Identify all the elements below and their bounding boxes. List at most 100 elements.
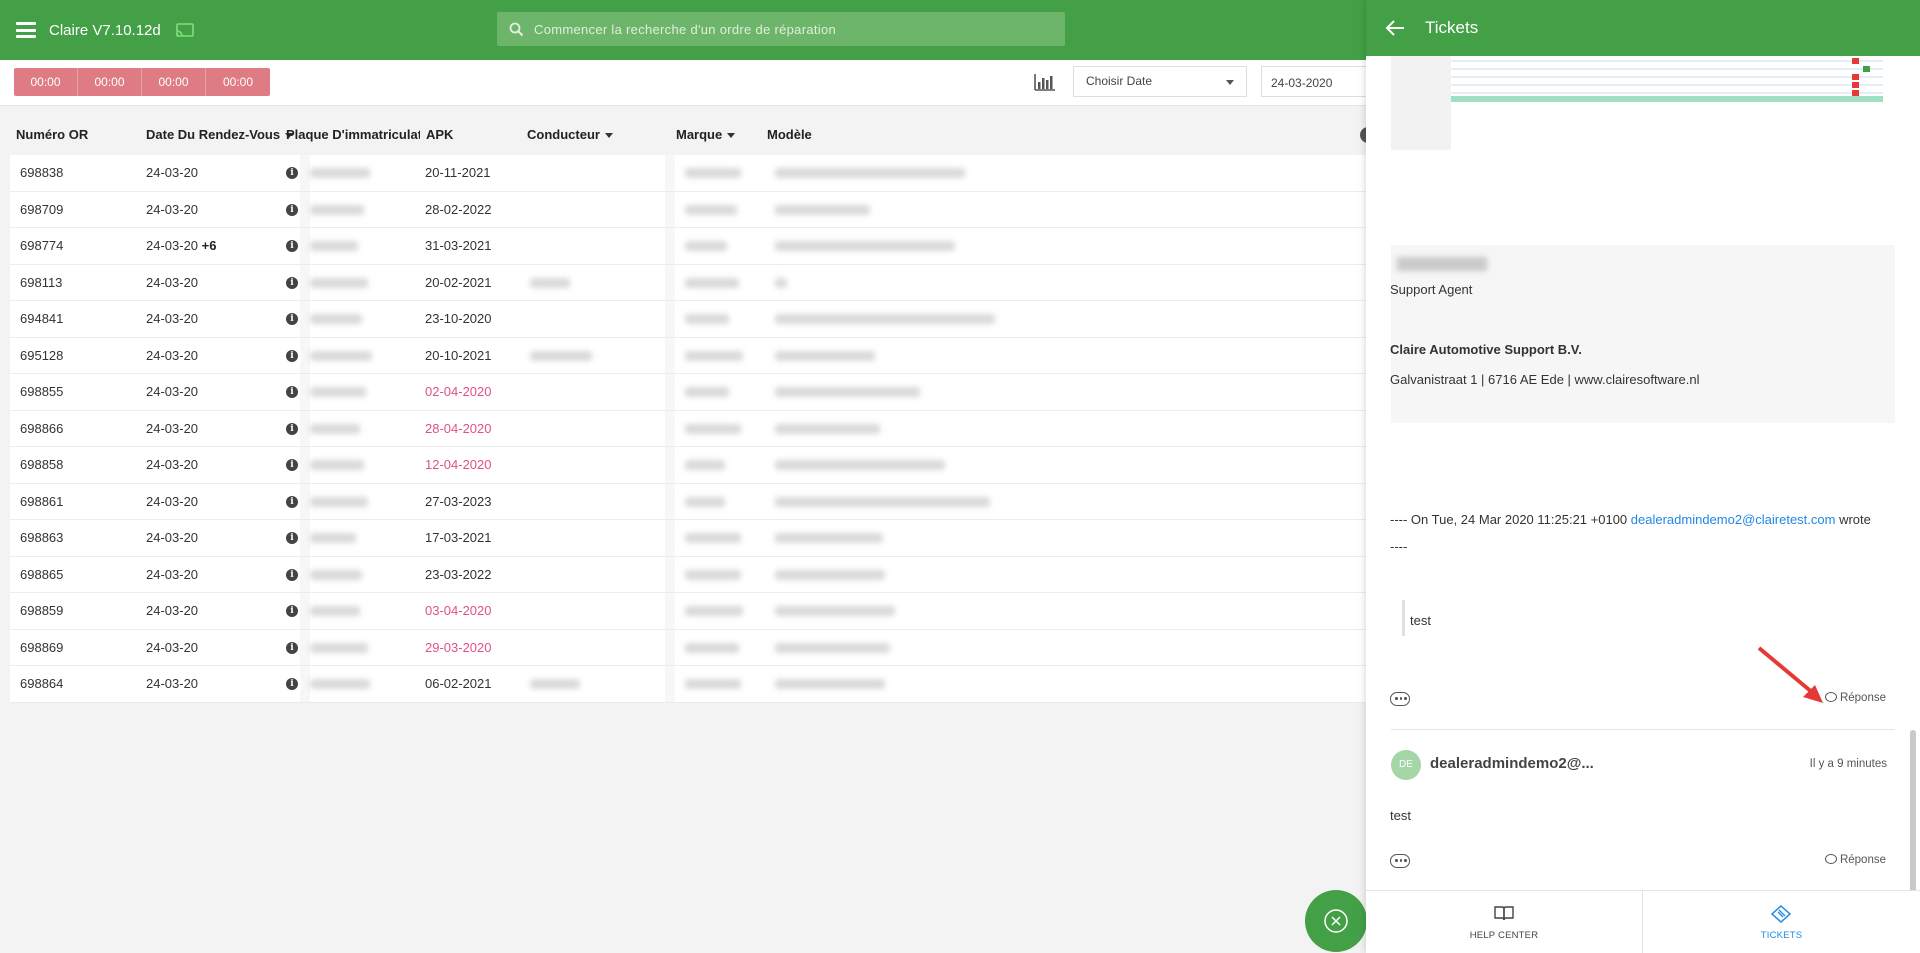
table-row[interactable]: 698709 24-03-20 i 28-02-2022: [10, 191, 1366, 228]
table-body: 698838 24-03-20 i 20-11-2021 698709 24-03-20…: [10, 155, 1366, 703]
column-gap: [300, 447, 310, 483]
tab-help-center[interactable]: HELP CENTER: [1366, 891, 1643, 953]
attachment-thumbnail[interactable]: [1391, 56, 1451, 150]
cell-date-value: 24-03-20: [146, 201, 199, 217]
chat-bubble-icon: [1824, 854, 1837, 864]
column-gap: [665, 228, 675, 264]
column-header-num[interactable]: Numéro OR: [16, 127, 88, 142]
cell-apk: 29-03-2020: [425, 639, 492, 655]
table-row[interactable]: 698113 24-03-20 i 20-02-2021: [10, 264, 1366, 301]
table-row[interactable]: 698774 24-03-20 +6 i 31-03-2021: [10, 228, 1366, 265]
info-icon[interactable]: i: [286, 495, 298, 508]
timer-button[interactable]: 00:00: [142, 68, 206, 96]
column-header-model[interactable]: Modèle: [767, 127, 812, 142]
info-icon[interactable]: i: [286, 349, 298, 362]
column-gap: [665, 264, 675, 300]
bar-chart-icon[interactable]: [1034, 73, 1056, 91]
more-options-icon[interactable]: [1390, 854, 1410, 868]
blurred-plate: [310, 168, 370, 178]
reply-button[interactable]: Réponse: [1824, 854, 1886, 866]
timer-button[interactable]: 00:00: [14, 68, 78, 96]
column-gap: [300, 410, 310, 446]
tab-tickets[interactable]: TICKETS: [1643, 891, 1920, 953]
table-row[interactable]: 698863 24-03-20 i 17-03-2021: [10, 520, 1366, 557]
column-header-brand[interactable]: Marque: [676, 127, 736, 142]
avatar: DE: [1391, 750, 1421, 780]
date-input[interactable]: 24-03-2020: [1261, 66, 1366, 97]
cell-apk: 20-10-2021: [425, 347, 492, 363]
column-gap: [300, 520, 310, 556]
table-row[interactable]: 698858 24-03-20 i 12-04-2020: [10, 447, 1366, 484]
table-row[interactable]: 698861 24-03-20 i 27-03-2023: [10, 483, 1366, 520]
timer-button[interactable]: 00:00: [78, 68, 142, 96]
blurred-plate: [310, 423, 360, 434]
blurred-driver: [530, 350, 592, 361]
info-icon[interactable]: i: [286, 203, 298, 216]
blurred-brand: [685, 642, 739, 653]
comment-author: dealeradmindemo2@...: [1430, 755, 1594, 772]
quote-email-link[interactable]: dealeradmindemo2@clairetest.com: [1631, 512, 1836, 527]
table-row[interactable]: 698855 24-03-20 i 02-04-2020: [10, 374, 1366, 411]
blurred-brand: [685, 533, 741, 543]
info-icon[interactable]: i: [286, 240, 298, 252]
info-icon[interactable]: i: [286, 422, 298, 435]
info-icon[interactable]: i: [286, 313, 298, 325]
scrollbar[interactable]: [1910, 730, 1916, 895]
more-options-icon[interactable]: [1390, 692, 1410, 706]
blurred-brand: [685, 679, 741, 689]
table-row[interactable]: 698838 24-03-20 i 20-11-2021: [10, 155, 1366, 192]
table-empty-area: [0, 705, 1366, 953]
table-row[interactable]: 698869 24-03-20 i 29-03-2020: [10, 629, 1366, 666]
table-row[interactable]: 698864 24-03-20 i 06-02-2021: [10, 666, 1366, 703]
table-row[interactable]: 698865 24-03-20 i 23-03-2022: [10, 556, 1366, 593]
hamburger-menu-icon[interactable]: [16, 22, 36, 38]
timer-button[interactable]: 00:00: [206, 68, 270, 96]
column-header-date-label: Date Du Rendez-Vous: [146, 127, 281, 142]
cell-date-value: 24-03-20: [146, 274, 199, 290]
cast-icon[interactable]: [176, 23, 194, 37]
row-fill: [1048, 483, 1366, 519]
info-icon[interactable]: i: [286, 605, 298, 617]
company-address: Galvanistraat 1 | 6716 AE Ede | www.clai…: [1390, 372, 1700, 387]
info-icon[interactable]: i: [286, 276, 298, 289]
row-fill: [1048, 228, 1366, 264]
column-header-plate[interactable]: Plaque D'immatriculation: [286, 127, 420, 142]
cell-num: 698855: [20, 384, 64, 399]
column-header-driver[interactable]: Conducteur: [527, 127, 613, 142]
search-bar: [497, 12, 1065, 46]
date-select[interactable]: Choisir Date: [1073, 66, 1247, 97]
cell-date: 24-03-20: [146, 530, 198, 545]
table-row[interactable]: 695128 24-03-20 i 20-10-2021: [10, 337, 1366, 374]
cell-num: 695128: [20, 347, 64, 363]
blurred-plate: [310, 277, 368, 288]
info-icon[interactable]: i: [286, 568, 298, 581]
cell-date-value: 24-03-20: [146, 420, 199, 436]
quote-header-prefix: ---- On Tue, 24 Mar 2020 11:25:21 +0100: [1390, 512, 1628, 527]
column-gap: [665, 666, 675, 702]
row-fill: [1048, 374, 1366, 410]
column-gap: [300, 374, 310, 410]
back-arrow-icon[interactable]: [1385, 19, 1405, 37]
column-gap: [665, 556, 675, 592]
info-icon[interactable]: i: [286, 386, 298, 398]
info-icon[interactable]: i: [286, 678, 298, 690]
table-row[interactable]: 694841 24-03-20 i 23-10-2020: [10, 301, 1366, 338]
cell-apk: 06-02-2021: [425, 676, 492, 691]
cell-apk: 03-04-2020: [425, 603, 492, 618]
info-icon[interactable]: i: [286, 532, 298, 544]
ticket-icon: [1771, 905, 1791, 923]
column-header-date[interactable]: Date Du Rendez-Vous: [146, 127, 294, 142]
info-icon[interactable]: i: [286, 641, 298, 654]
column-header-apk[interactable]: APK: [426, 127, 453, 142]
blurred-brand: [685, 387, 729, 397]
table-row[interactable]: 698866 24-03-20 i 28-04-2020: [10, 410, 1366, 447]
cell-date-value: 24-03-20: [146, 311, 199, 326]
reply-button[interactable]: Réponse: [1824, 692, 1886, 704]
search-input[interactable]: [534, 12, 1054, 46]
info-icon[interactable]: i: [286, 167, 298, 179]
info-icon[interactable]: i: [286, 459, 298, 471]
close-fab-button[interactable]: [1305, 890, 1367, 952]
table-row[interactable]: 698859 24-03-20 i 03-04-2020: [10, 593, 1366, 630]
app-title: Claire V7.10.12d: [49, 22, 161, 39]
cell-num: 698864: [20, 676, 64, 691]
